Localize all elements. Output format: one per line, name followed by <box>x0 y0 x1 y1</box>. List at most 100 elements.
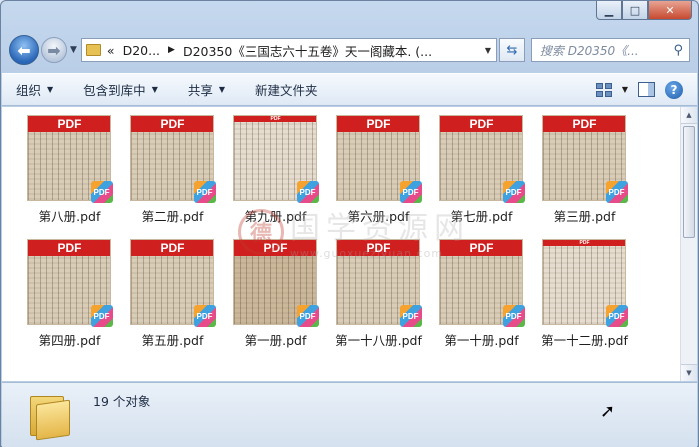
scroll-up-icon[interactable]: ▲ <box>681 107 697 124</box>
pdf-banner: PDF <box>542 116 625 132</box>
pdf-file-icon: PDF <box>399 181 422 203</box>
command-toolbar: 组织 ▼ 包含到库中 ▼ 共享 ▼ 新建文件夹 ▼ ? <box>2 73 697 106</box>
pdf-banner: PDF <box>336 116 419 132</box>
file-item[interactable]: PDF PDF 第三册.pdf <box>533 115 636 225</box>
file-item[interactable]: PDF PDF 第八册.pdf <box>18 115 121 225</box>
pdf-file-icon: PDF <box>90 305 113 327</box>
search-input[interactable]: 搜索 D20350《... ⚲ <box>530 38 690 62</box>
pdf-file-icon: PDF <box>296 305 319 327</box>
file-name: 第四册.pdf <box>38 333 101 348</box>
toolbar-new-folder-label: 新建文件夹 <box>255 83 318 98</box>
details-pane: 19 个对象 ➚ <box>2 382 697 447</box>
toolbar-organize[interactable]: 组织 ▼ <box>16 80 53 99</box>
refresh-icon: ⇆ <box>506 42 518 58</box>
pdf-thumbnail: PDF PDF <box>541 115 628 203</box>
file-name: 第七册.pdf <box>450 209 513 224</box>
toolbar-new-folder[interactable]: 新建文件夹 <box>255 80 318 99</box>
pdf-thumbnail: PDF PDF <box>232 115 319 203</box>
pdf-banner: PDF <box>27 116 110 132</box>
file-item[interactable]: PDF PDF 第一册.pdf <box>224 239 327 349</box>
folder-icon <box>85 44 101 56</box>
pdf-banner: PDF <box>336 240 419 256</box>
file-name: 第九册.pdf <box>244 209 307 224</box>
toolbar-share[interactable]: 共享 ▼ <box>188 80 225 99</box>
pdf-file-icon: PDF <box>502 181 525 203</box>
mouse-cursor-icon: ➚ <box>600 401 616 422</box>
pdf-banner: PDF <box>542 240 625 246</box>
breadcrumb-overflow[interactable]: « <box>107 43 115 58</box>
refresh-button[interactable]: ⇆ <box>498 38 525 62</box>
dropdown-arrow-icon: ▼ <box>218 85 226 94</box>
file-name: 第二册.pdf <box>141 209 204 224</box>
folder-large-icon <box>30 392 70 441</box>
vertical-scrollbar[interactable]: ▲ ▼ <box>680 107 697 381</box>
pdf-banner: PDF <box>233 240 316 256</box>
pdf-thumbnail: PDF PDF <box>335 239 422 327</box>
pdf-banner: PDF <box>130 116 213 132</box>
history-dropdown[interactable]: ▼ <box>70 45 77 55</box>
view-dropdown-icon[interactable]: ▼ <box>622 85 628 94</box>
scroll-down-icon[interactable]: ▼ <box>681 364 697 381</box>
file-name: 第六册.pdf <box>347 209 410 224</box>
file-item[interactable]: PDF PDF 第六册.pdf <box>327 115 430 225</box>
dropdown-arrow-icon: ▼ <box>151 85 158 94</box>
scrollbar-thumb[interactable] <box>683 126 695 238</box>
navigation-row: ⬅ ➡ ▼ « D20... ▶ D20350《三国志六十五卷》天一阁藏本. (… <box>9 35 690 65</box>
file-name: 第一十二册.pdf <box>541 333 628 348</box>
file-item[interactable]: PDF PDF 第一十册.pdf <box>430 239 533 349</box>
pdf-thumbnail: PDF PDF <box>26 115 113 203</box>
pdf-thumbnail: PDF PDF <box>335 115 422 203</box>
file-name: 第一册.pdf <box>244 333 307 348</box>
pdf-file-icon: PDF <box>193 305 216 327</box>
search-icon[interactable]: ⚲ <box>673 43 683 58</box>
back-button[interactable]: ⬅ <box>9 35 39 65</box>
caption-buttons: ▁ □ ✕ <box>596 1 692 20</box>
explorer-window: ▁ □ ✕ ⬅ ➡ ▼ « D20... ▶ D20350《三国志六十五卷》天一… <box>0 0 699 447</box>
dropdown-arrow-icon: ▼ <box>47 85 54 94</box>
breadcrumb-item-current[interactable]: D20350《三国志六十五卷》天一阁藏本. (... <box>183 41 432 60</box>
item-count: 19 个对象 <box>93 394 151 409</box>
pdf-banner: PDF <box>439 240 522 256</box>
file-item[interactable]: PDF PDF 第四册.pdf <box>18 239 121 349</box>
change-view-icon[interactable] <box>595 82 612 97</box>
pdf-banner: PDF <box>233 116 316 122</box>
help-icon[interactable]: ? <box>665 80 683 99</box>
address-dropdown-icon[interactable]: ▼ <box>480 46 496 55</box>
address-bar[interactable]: « D20... ▶ D20350《三国志六十五卷》天一阁藏本. (... ▼ <box>80 38 497 62</box>
toolbar-right-group: ▼ ? <box>595 80 683 99</box>
breadcrumb-item-parent[interactable]: D20... <box>123 43 160 58</box>
pdf-file-icon: PDF <box>605 305 628 327</box>
file-grid: PDF PDF 第八册.pdf PDF PDF 第二册.pdf PDF PDF 第九册.pdf P… <box>18 115 658 349</box>
pdf-banner: PDF <box>130 240 213 256</box>
pdf-banner: PDF <box>439 116 522 132</box>
file-item[interactable]: PDF PDF 第五册.pdf <box>121 239 224 349</box>
pdf-file-icon: PDF <box>605 181 628 203</box>
toolbar-share-label: 共享 <box>187 83 213 98</box>
file-item[interactable]: PDF PDF 第二册.pdf <box>121 115 224 225</box>
forward-arrow-icon: ➡ <box>47 40 61 60</box>
forward-button[interactable]: ➡ <box>41 37 67 63</box>
pdf-thumbnail: PDF PDF <box>232 239 319 327</box>
toolbar-include-in-library[interactable]: 包含到库中 ▼ <box>83 80 158 99</box>
close-button[interactable]: ✕ <box>648 1 692 20</box>
file-item[interactable]: PDF PDF 第一十二册.pdf <box>533 239 636 349</box>
breadcrumb-separator-icon[interactable]: ▶ <box>168 45 175 55</box>
pdf-file-icon: PDF <box>296 181 319 203</box>
file-list-pane: PDF PDF 第八册.pdf PDF PDF 第二册.pdf PDF PDF 第九册.pdf P… <box>2 107 697 381</box>
toolbar-include-label: 包含到库中 <box>83 83 146 98</box>
file-name: 第一十册.pdf <box>444 333 519 348</box>
file-name: 第三册.pdf <box>553 209 616 224</box>
preview-pane-icon[interactable] <box>638 82 655 97</box>
file-item[interactable]: PDF PDF 第九册.pdf <box>224 115 327 225</box>
pdf-thumbnail: PDF PDF <box>129 239 216 327</box>
file-item[interactable]: PDF PDF 第一十八册.pdf <box>327 239 430 349</box>
maximize-button[interactable]: □ <box>622 1 648 20</box>
pdf-thumbnail: PDF PDF <box>541 239 628 327</box>
file-name: 第一十八册.pdf <box>335 333 422 348</box>
pdf-banner: PDF <box>27 240 110 256</box>
pdf-file-icon: PDF <box>193 181 216 203</box>
pdf-thumbnail: PDF PDF <box>129 115 216 203</box>
file-name: 第五册.pdf <box>141 333 204 348</box>
file-item[interactable]: PDF PDF 第七册.pdf <box>430 115 533 225</box>
minimize-button[interactable]: ▁ <box>596 1 622 20</box>
